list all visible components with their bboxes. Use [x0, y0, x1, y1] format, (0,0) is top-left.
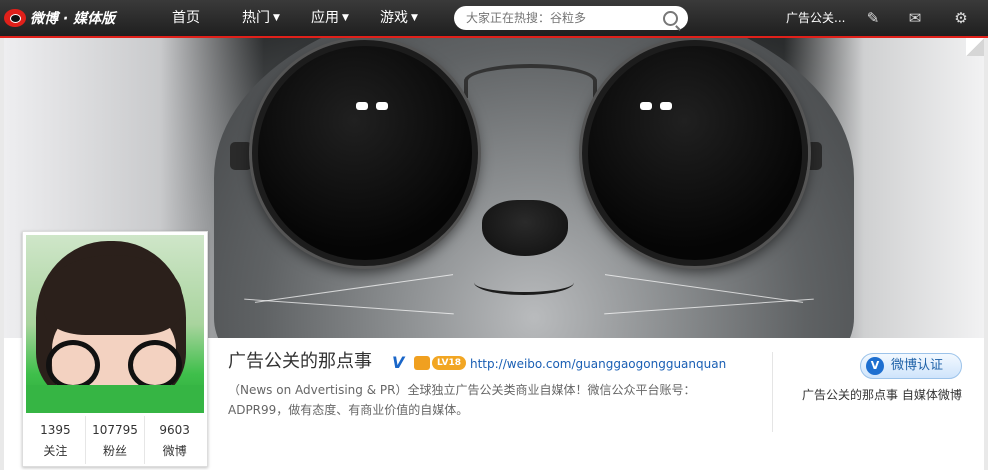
stat-followers[interactable]: 107795 粉丝 — [84, 416, 145, 464]
lens-highlight — [640, 102, 652, 110]
nav-hot[interactable]: 热门 ▼ — [242, 0, 280, 36]
stat-following[interactable]: 1395 关注 — [26, 416, 85, 464]
avatar[interactable] — [26, 235, 204, 413]
edit-icon[interactable]: ✎ — [864, 9, 882, 27]
avatar-glasses-right — [128, 340, 182, 390]
stat-following-count: 1395 — [40, 423, 71, 437]
profile-stats: 1395 关注 107795 粉丝 9603 微博 — [26, 416, 204, 464]
nav-home[interactable]: 首页 — [172, 0, 200, 36]
cover-edit-corner[interactable] — [966, 38, 984, 56]
cat-mouth — [474, 270, 574, 295]
brand-label: 微博 · 媒体版 — [30, 11, 116, 27]
stat-followers-label: 粉丝 — [103, 444, 128, 458]
weibo-logo[interactable]: 微博 · 媒体版 — [4, 6, 115, 30]
verify-description: 广告公关的那点事 自媒体微博 — [802, 388, 962, 402]
nav-hot-label: 热门 — [242, 10, 270, 26]
stat-followers-count: 107795 — [92, 423, 138, 437]
search-icon[interactable] — [663, 11, 678, 26]
profile-name: 广告公关的那点事 — [228, 351, 372, 372]
cat-nose — [482, 200, 568, 256]
search-box — [454, 6, 688, 30]
nav-home-label: 首页 — [172, 10, 200, 26]
verify-v-icon: V — [866, 357, 884, 375]
glasses-bridge — [464, 64, 597, 98]
weibo-eye-icon — [4, 9, 26, 27]
lens-highlight — [356, 102, 368, 110]
stat-posts-count: 9603 — [159, 423, 190, 437]
mail-icon[interactable]: ✉ — [906, 9, 924, 27]
avatar-card: 1395 关注 107795 粉丝 9603 微博 — [22, 231, 208, 467]
stat-posts[interactable]: 9603 微博 — [144, 416, 204, 464]
verify-button-label: 微博认证 — [891, 358, 944, 373]
avatar-glasses-left — [46, 340, 100, 390]
chevron-down-icon: ▼ — [273, 13, 280, 23]
nav-games-label: 游戏 — [380, 10, 408, 26]
profile-divider — [772, 352, 773, 432]
nav-apps[interactable]: 应用 ▼ — [311, 0, 349, 36]
avatar-bangs — [44, 255, 182, 335]
lens-highlight — [376, 102, 388, 110]
top-nav-bar: 微博 · 媒体版 首页 热门▼ 应用▼ 游戏▼ 广告公关... ✎ ✉ ⚙ — [0, 0, 988, 38]
glasses-lens-left — [252, 40, 478, 266]
level-badge[interactable]: LV18 — [432, 356, 466, 370]
glasses-lens-right — [582, 40, 808, 266]
gear-icon[interactable]: ⚙ — [952, 9, 970, 27]
nav-games[interactable]: 游戏 ▼ — [380, 0, 418, 36]
profile-url-link[interactable]: http://weibo.com/guanggaogongguanquan — [470, 356, 726, 372]
weibo-verify-button[interactable]: V 微博认证 — [860, 353, 962, 379]
chevron-down-icon: ▼ — [411, 13, 418, 23]
nav-apps-label: 应用 — [311, 10, 339, 26]
stat-posts-label: 微博 — [162, 444, 187, 458]
user-name-link[interactable]: 广告公关... — [786, 0, 845, 36]
lens-highlight — [660, 102, 672, 110]
chevron-down-icon: ▼ — [342, 13, 349, 23]
stat-following-label: 关注 — [43, 444, 68, 458]
search-input[interactable] — [464, 6, 658, 30]
verified-badge-icon[interactable]: V — [392, 354, 404, 372]
profile-bio: （News on Advertising & PR）全球独立广告公关类商业自媒体… — [228, 383, 696, 417]
glasses-hinge-left — [230, 142, 252, 170]
member-crown-icon[interactable] — [414, 356, 430, 370]
avatar-shirt — [26, 385, 204, 413]
